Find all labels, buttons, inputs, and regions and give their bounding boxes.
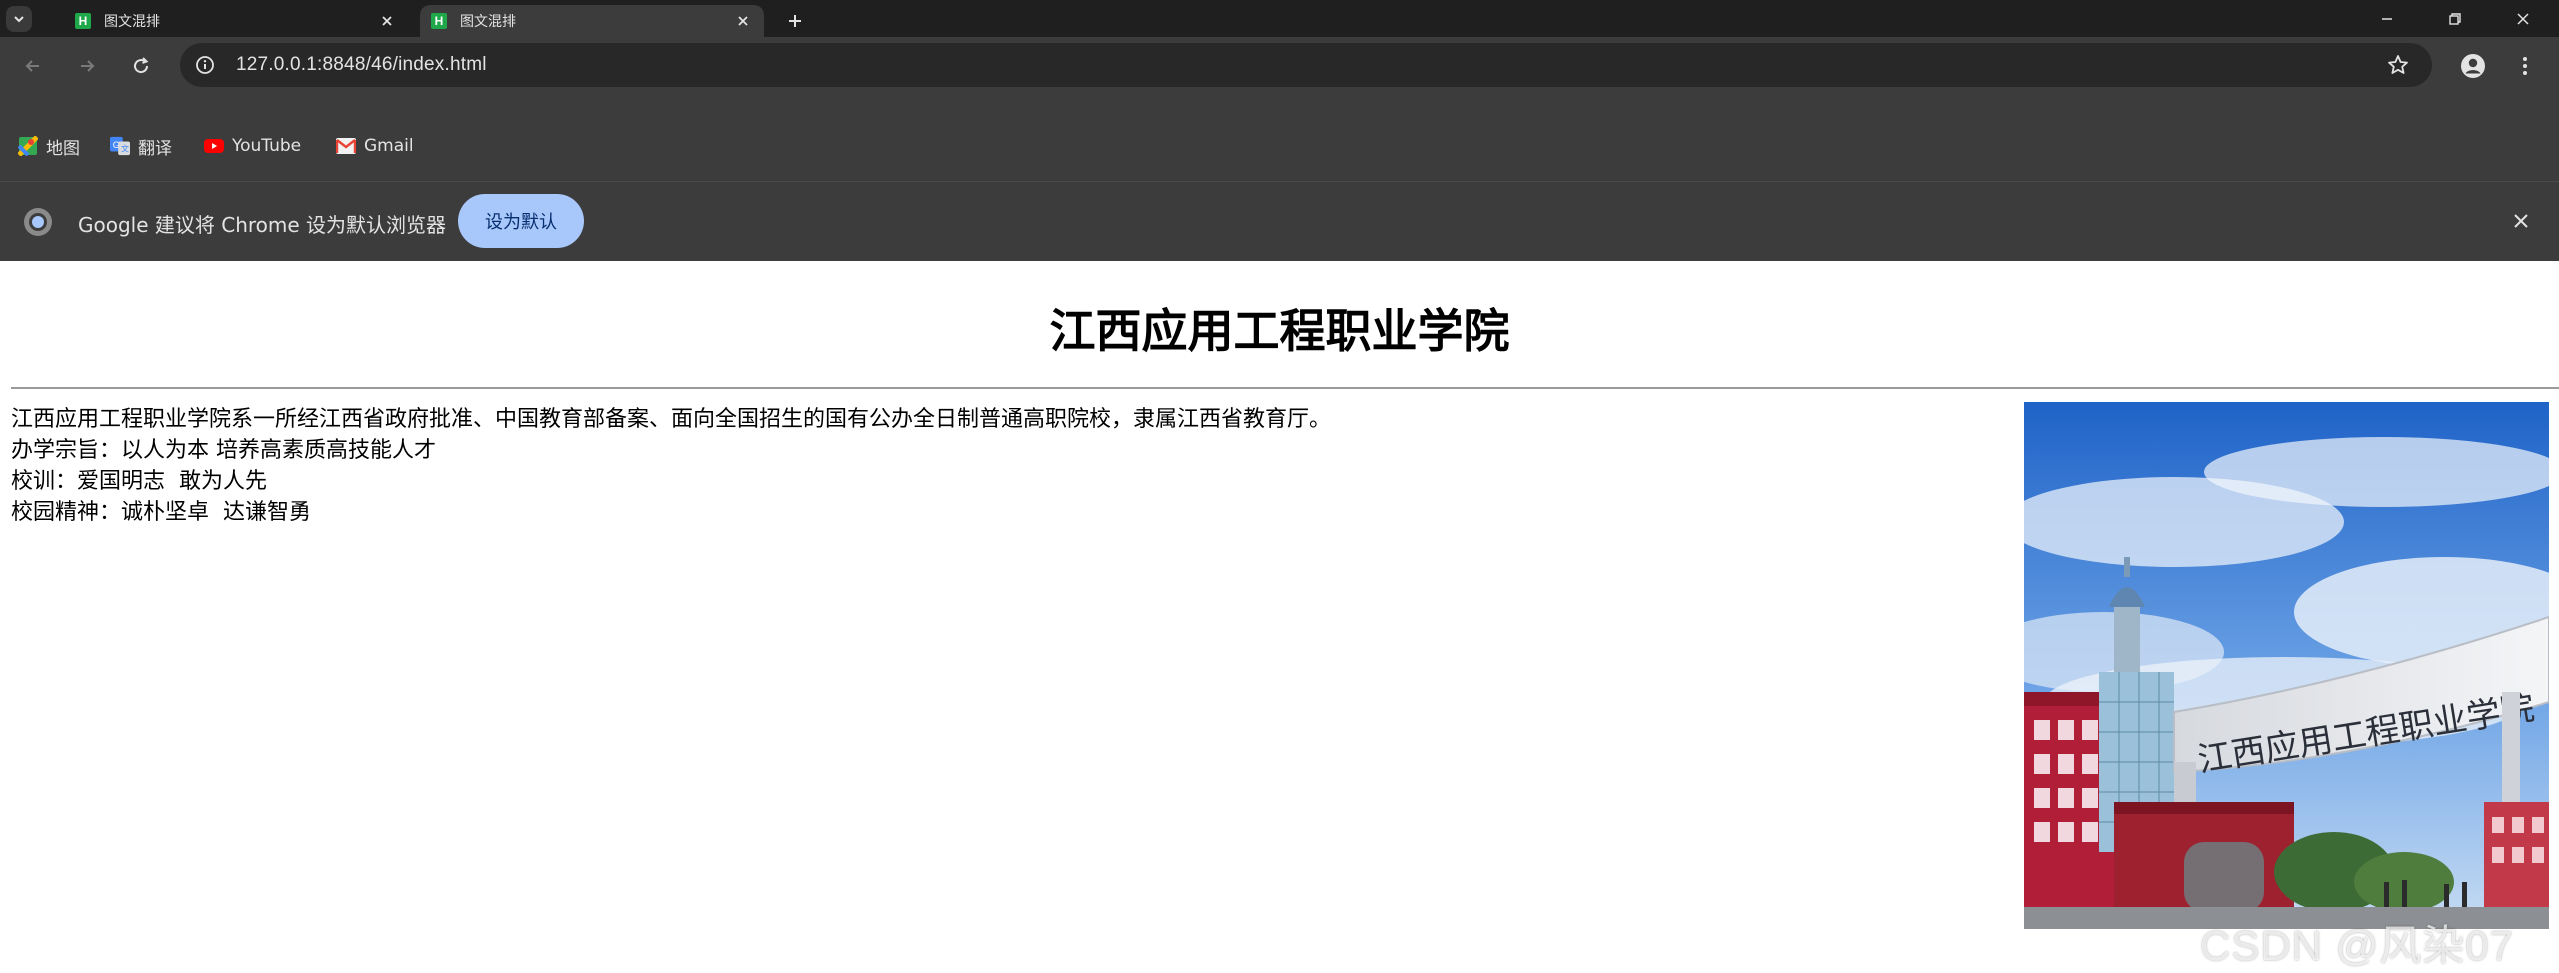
back-button[interactable] (18, 51, 48, 81)
youtube-icon (204, 136, 224, 156)
profile-button[interactable] (2458, 51, 2488, 81)
more-vert-icon (2523, 57, 2527, 75)
tab-close-button[interactable] (376, 10, 398, 32)
close-icon (2517, 13, 2529, 25)
bookmark-label: Gmail (364, 136, 414, 156)
bookmarks-bar: 地图 G文 翻译 YouTube Gmail (0, 95, 2559, 181)
tab-title: 图文混排 (104, 14, 160, 30)
close-icon (2514, 214, 2528, 228)
tab-title: 图文混排 (460, 14, 516, 30)
bookmark-youtube[interactable]: YouTube (204, 135, 301, 157)
bookmark-label: 地图 (46, 138, 80, 159)
address-bar[interactable]: 127.0.0.1:8848/46/index.html (180, 43, 2432, 87)
close-icon (738, 16, 748, 26)
new-tab-button[interactable] (782, 8, 808, 34)
tab-strip: H 图文混排 H 图文混排 (0, 0, 2559, 37)
restore-button[interactable] (2432, 6, 2478, 32)
translate-icon: G文 (110, 136, 130, 156)
page-content: 江西应用工程职业学院 江西应用工程职业学院系一所经江西省政府批准、中国教育部备案… (0, 261, 2559, 969)
tab-search-button[interactable] (6, 6, 32, 32)
arrow-left-icon (25, 60, 39, 72)
set-default-button[interactable]: 设为默认 (458, 194, 584, 248)
bookmark-translate[interactable]: G文 翻译 (110, 135, 172, 159)
hbuilder-favicon-icon: H (74, 12, 92, 30)
chrome-menu-button[interactable] (2510, 51, 2540, 81)
forward-button[interactable] (72, 51, 102, 81)
infobar-close-button[interactable] (2508, 208, 2534, 234)
bookmark-label: YouTube (232, 136, 302, 156)
bookmark-label: 翻译 (138, 138, 172, 159)
tab-2-active[interactable]: H 图文混排 (420, 5, 764, 37)
minimize-icon (2382, 18, 2392, 20)
intro-paragraph: 江西应用工程职业学院系一所经江西省政府批准、中国教育部备案、面向全国招生的国有公… (11, 407, 1332, 432)
plus-icon (789, 15, 801, 27)
page-title: 江西应用工程职业学院 (1049, 304, 1510, 358)
default-browser-infobar: Google 建议将 Chrome 设为默认浏览器 设为默认 (0, 181, 2559, 261)
bookmark-gmail[interactable]: Gmail (336, 135, 414, 157)
minimize-button[interactable] (2364, 6, 2410, 32)
reload-icon (134, 57, 149, 74)
svg-text:文: 文 (121, 143, 129, 153)
close-window-button[interactable] (2500, 6, 2546, 32)
spirit-line: 校园精神：诚朴坚卓 达谦智勇 (11, 500, 311, 525)
person-icon (2461, 54, 2485, 78)
bookmark-star-icon[interactable] (2386, 53, 2410, 77)
campus-gate-image: 江西应用工程职业学院 (2024, 402, 2549, 929)
browser-toolbar: 127.0.0.1:8848/46/index.html (0, 37, 2559, 95)
tab-1[interactable]: H 图文混排 (64, 5, 408, 37)
close-icon (382, 16, 392, 26)
motto-line: 校训：爱国明志 敢为人先 (11, 469, 267, 494)
url-text[interactable]: 127.0.0.1:8848/46/index.html (236, 54, 487, 76)
chevron-down-icon (14, 16, 24, 23)
mission-line: 办学宗旨：以人为本 培养高素质高技能人才 (11, 438, 436, 463)
intro-text: 江西应用工程职业学院系一所经江西省政府批准、中国教育部备案、面向全国招生的国有公… (11, 404, 1331, 528)
restore-icon (2449, 13, 2461, 25)
gmail-icon (336, 136, 356, 156)
hbuilder-favicon-icon: H (430, 12, 448, 30)
divider (11, 387, 2559, 389)
site-info-icon[interactable] (194, 54, 216, 76)
chrome-logo-icon (24, 208, 52, 236)
bookmark-maps[interactable]: 地图 (18, 135, 80, 159)
arrow-right-icon (81, 60, 95, 72)
reload-button[interactable] (126, 51, 156, 81)
maps-icon (18, 136, 38, 156)
tab-close-button[interactable] (732, 10, 754, 32)
infobar-message: Google 建议将 Chrome 设为默认浏览器 (78, 213, 447, 237)
csdn-watermark: CSDN @风染07 (2200, 922, 2515, 969)
